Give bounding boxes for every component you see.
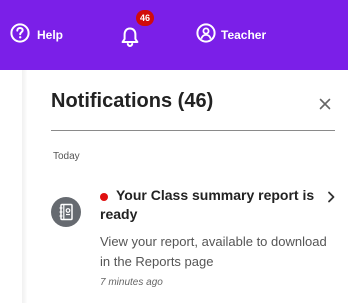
- notification-time: 7 minutes ago: [100, 277, 163, 288]
- teacher-account-button[interactable]: Teacher: [196, 0, 266, 70]
- help-label: Help: [37, 28, 64, 42]
- section-label-today: Today: [53, 151, 80, 162]
- user-circle-icon: [196, 22, 216, 48]
- notification-title: Your Class summary report is ready: [100, 187, 315, 222]
- notification-body: View your report, available to download …: [100, 234, 327, 269]
- help-button[interactable]: Help: [10, 0, 63, 70]
- notification-count-badge: 46: [136, 10, 154, 26]
- top-navigation-bar: Help 46 Teacher: [0, 0, 348, 70]
- report-book-icon: [51, 197, 81, 227]
- panel-title: Notifications (46): [51, 90, 214, 112]
- notification-item[interactable]: Your Class summary report is ready View …: [27, 180, 348, 300]
- panel-divider: [51, 130, 335, 131]
- teacher-label: Teacher: [221, 28, 267, 42]
- notifications-bell-button[interactable]: 46: [118, 6, 158, 68]
- chevron-right-icon[interactable]: [326, 190, 336, 209]
- help-circle-icon: [10, 22, 30, 48]
- close-icon: [317, 98, 333, 116]
- close-button[interactable]: [317, 96, 333, 112]
- notifications-panel: Notifications (46) Today Your Class summ…: [27, 70, 348, 303]
